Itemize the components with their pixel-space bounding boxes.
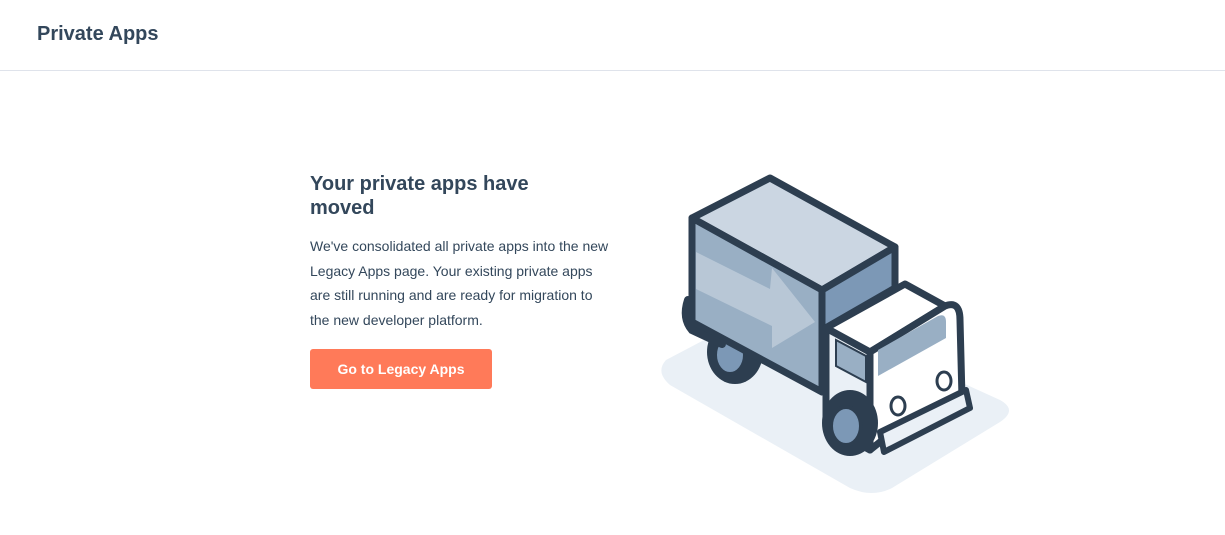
page-header: Private Apps — [0, 0, 1225, 71]
truck-icon — [661, 174, 1009, 493]
notice-heading: Your private apps have moved — [310, 173, 529, 219]
page-title: Private Apps — [37, 23, 159, 45]
go-to-legacy-apps-button[interactable]: Go to Legacy Apps — [310, 349, 492, 389]
moving-truck-illustration — [655, 168, 1020, 498]
moved-notice: Your private apps have moved We've conso… — [310, 172, 620, 389]
notice-body: We've consolidated all private apps into… — [310, 238, 609, 328]
